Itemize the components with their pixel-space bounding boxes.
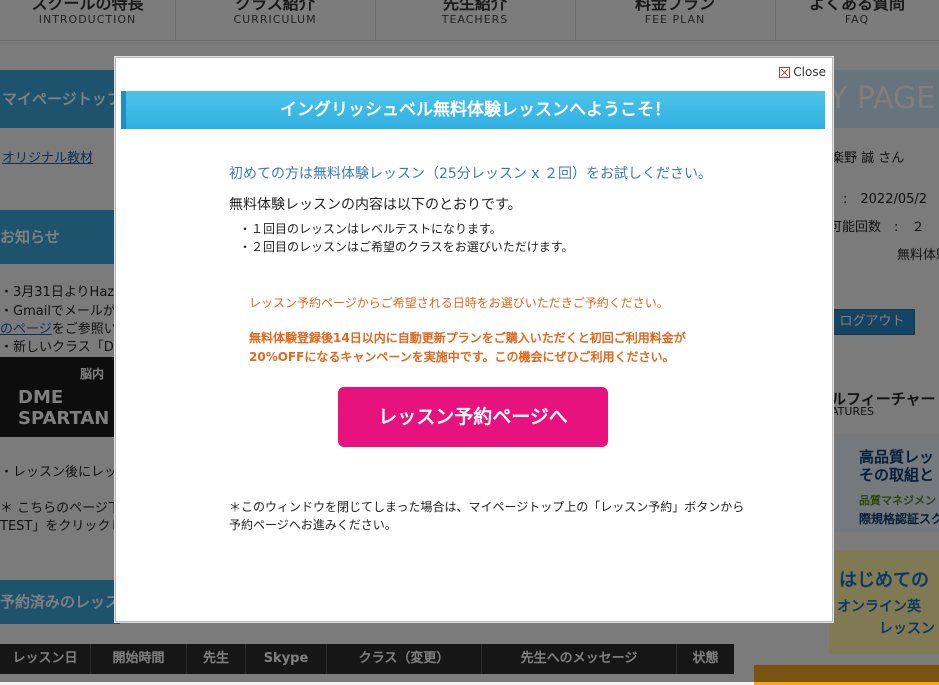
footnote-line: ＊このウィンドウを閉じてしまった場合は、マイページトップ上の「レッスン予約」ボタ…	[229, 500, 745, 514]
campaign-notice: 無料体験登録後14日以内に自動更新プランをご購入いただくと初回ご利用料金が 20…	[249, 329, 686, 367]
welcome-modal: Close イングリッシュベル無料体験レッスンへようこそ！ 初めての方は無料体験…	[115, 57, 833, 622]
footnote-line: 予約ページへお進みください。	[229, 518, 397, 532]
content-heading: 無料体験レッスンの内容は以下のとおりです。	[229, 197, 522, 213]
modal-title: イングリッシュベル無料体験レッスンへようこそ！	[121, 91, 825, 129]
bullet-item: ・１回目のレッスンはレベルテストになります。	[239, 222, 502, 236]
footnote: ＊このウィンドウを閉じてしまった場合は、マイページトップ上の「レッスン予約」ボタ…	[229, 498, 744, 534]
intro-text: 初めての方は無料体験レッスン（25分レッスン x ２回）をお試しください。	[229, 166, 712, 182]
campaign-line: 無料体験登録後14日以内に自動更新プランをご購入いただくと初回ご利用料金が	[249, 331, 686, 345]
close-label: Close	[793, 65, 826, 79]
booking-note: レッスン予約ページからご希望される日時をお選びいただきご予約ください。	[249, 296, 669, 310]
close-button[interactable]: Close	[779, 65, 826, 79]
bullet-item: ・２回目のレッスンはご希望のクラスをお選びいただけます。	[239, 240, 574, 254]
close-icon	[779, 66, 791, 78]
campaign-line: 20%OFFになるキャンペーンを実施中です。この機会にぜひご利用ください。	[249, 350, 675, 364]
lesson-booking-button[interactable]: レッスン予約ページへ	[338, 387, 608, 447]
